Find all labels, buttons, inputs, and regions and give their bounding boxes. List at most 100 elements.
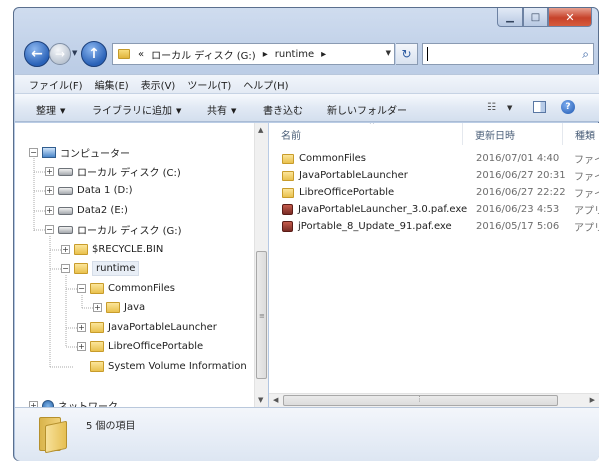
column-header-name[interactable]: ^ 名前 — [269, 123, 463, 145]
tree-item-computer[interactable]: − コンピューター — [29, 143, 130, 162]
collapse-icon[interactable]: − — [77, 284, 86, 293]
menu-edit[interactable]: 編集(E) — [95, 77, 129, 92]
collapse-icon[interactable]: − — [61, 264, 70, 273]
organize-button[interactable]: 整理 ▼ — [36, 102, 65, 117]
recent-pages-dropdown-icon[interactable]: ▼ — [72, 49, 77, 57]
tree-item-label: $RECYCLE.BIN — [92, 244, 164, 255]
file-date: 2016/06/27 22:22 — [476, 187, 566, 198]
file-row[interactable]: CommonFiles 2016/07/01 4:40 ファイ — [269, 150, 599, 167]
expand-icon[interactable]: + — [61, 245, 70, 254]
tree-item-libreofficeportable[interactable]: + LibreOfficePortable — [77, 337, 203, 356]
chevron-right-icon[interactable]: ▸ — [263, 49, 268, 60]
tree-item-d-drive[interactable]: + Data 1 (D:) — [45, 181, 132, 200]
network-icon — [42, 399, 54, 407]
tree-item-label: JavaPortableLauncher — [108, 322, 217, 333]
tree-item-network[interactable]: + ネットワーク — [29, 396, 118, 407]
preview-pane-icon[interactable] — [533, 101, 546, 113]
maximize-icon[interactable]: □ — [523, 8, 548, 27]
file-row[interactable]: jPortable_8_Update_91.paf.exe 2016/05/17… — [269, 218, 599, 235]
search-input[interactable]: ⌕ — [422, 43, 594, 65]
file-row[interactable]: LibreOfficePortable 2016/06/27 22:22 ファイ — [269, 184, 599, 201]
expand-icon[interactable]: + — [77, 342, 86, 351]
collapse-icon[interactable]: − — [29, 148, 38, 157]
expand-icon[interactable]: + — [45, 186, 54, 195]
file-name: LibreOfficePortable — [299, 187, 395, 198]
new-folder-button[interactable]: 新しいフォルダー — [327, 102, 407, 117]
tree-item-label: System Volume Information — [108, 361, 247, 372]
view-options-icon[interactable]: ☷ — [487, 102, 496, 113]
scroll-up-icon[interactable]: ▲ — [258, 126, 263, 134]
back-arrow-icon[interactable]: ← — [24, 41, 50, 67]
scrollbar-thumb[interactable]: ≡ — [256, 251, 267, 379]
scrollbar-thumb[interactable]: ⋮ — [283, 395, 558, 406]
chevron-right-icon[interactable]: ▸ — [321, 49, 326, 60]
menu-file[interactable]: ファイル(F) — [29, 77, 83, 92]
folder-icon — [74, 263, 88, 274]
column-header-label: 名前 — [281, 130, 301, 142]
menu-tools[interactable]: ツール(T) — [187, 77, 231, 92]
tree-item-commonfiles[interactable]: − CommonFiles — [77, 279, 175, 298]
burn-button[interactable]: 書き込む — [263, 102, 303, 117]
folder-icon — [118, 49, 130, 59]
file-date: 2016/06/27 20:31 — [476, 170, 566, 181]
collapse-icon[interactable]: − — [45, 225, 54, 234]
column-header-date[interactable]: 更新日時 — [463, 123, 563, 145]
chevron-down-icon[interactable]: ▼ — [507, 104, 512, 112]
tree-item-system-volume-information[interactable]: System Volume Information — [77, 357, 247, 376]
chevron-down-icon: ▼ — [60, 107, 66, 115]
address-segment-drive[interactable]: ローカル ディスク (G:) — [151, 47, 256, 62]
tree-item-label: LibreOfficePortable — [108, 341, 204, 352]
scroll-left-icon[interactable]: ◀ — [273, 396, 278, 404]
file-row[interactable]: JavaPortableLauncher 2016/06/27 20:31 ファ… — [269, 167, 599, 184]
minimize-icon[interactable]: ▁ — [497, 8, 523, 27]
file-name: jPortable_8_Update_91.paf.exe — [298, 221, 452, 232]
menu-help[interactable]: ヘルプ(H) — [243, 77, 288, 92]
new-folder-label: 新しいフォルダー — [327, 106, 407, 117]
tree-item-g-drive[interactable]: − ローカル ディスク (G:) — [45, 220, 182, 239]
file-list-scrollbar[interactable]: ◀ ⋮ ▶ — [269, 393, 599, 407]
drive-icon — [58, 186, 73, 195]
file-date: 2016/05/17 5:06 — [476, 221, 560, 232]
window-controls: ▁ □ ✕ — [497, 8, 592, 28]
scroll-right-icon[interactable]: ▶ — [590, 396, 595, 404]
chevron-down-icon[interactable]: ▼ — [386, 49, 391, 57]
text-caret — [427, 47, 428, 61]
file-type: アプリ — [574, 223, 599, 234]
file-row[interactable]: JavaPortableLauncher_3.0.paf.exe 2016/06… — [269, 201, 599, 218]
expand-icon[interactable]: + — [77, 323, 86, 332]
search-icon[interactable]: ⌕ — [582, 47, 589, 62]
share-button[interactable]: 共有 ▼ — [207, 102, 236, 117]
tree-item-javaportablelauncher[interactable]: + JavaPortableLauncher — [77, 318, 217, 337]
tree-item-runtime[interactable]: − runtime — [61, 259, 140, 278]
address-overflow[interactable]: « — [138, 49, 144, 60]
tree-item-c-drive[interactable]: + ローカル ディスク (C:) — [45, 162, 181, 181]
address-bar[interactable]: « ローカル ディスク (G:) ▸ runtime ▸ ▼ — [112, 43, 395, 65]
forward-arrow-icon[interactable]: → — [49, 43, 71, 65]
help-icon[interactable]: ? — [561, 100, 575, 114]
up-arrow-icon[interactable]: ↑ — [81, 41, 107, 67]
tree-item-label: ローカル ディスク (G:) — [77, 226, 182, 237]
add-to-library-button[interactable]: ライブラリに追加 ▼ — [92, 102, 181, 117]
file-type: ファイ — [574, 172, 599, 183]
add-to-library-label: ライブラリに追加 — [92, 106, 172, 117]
folder-icon — [282, 153, 294, 164]
close-icon[interactable]: ✕ — [548, 8, 592, 27]
tree-item-recycle-bin[interactable]: + $RECYCLE.BIN — [61, 240, 163, 259]
tree-item-e-drive[interactable]: + Data2 (E:) — [45, 201, 128, 220]
expand-icon[interactable]: + — [45, 167, 54, 176]
refresh-icon[interactable]: ↻ — [396, 43, 418, 65]
tree-item-label: Data2 (E:) — [77, 205, 128, 216]
expand-icon[interactable]: + — [93, 303, 102, 312]
file-list: ^ 名前 更新日時 種類 CommonFiles 2016/07/01 4:40… — [269, 123, 599, 407]
folder-icon — [90, 341, 104, 352]
address-segment-runtime[interactable]: runtime — [275, 49, 314, 60]
explorer-window: ▁ □ ✕ ← → ▼ ↑ « ローカル ディスク (G:) ▸ runtime… — [13, 7, 599, 461]
expand-icon[interactable]: + — [45, 206, 54, 215]
navigation-pane-scrollbar[interactable]: ▲ ≡ ▼ — [254, 123, 268, 407]
tree-item-java[interactable]: + Java — [93, 298, 145, 317]
scroll-down-icon[interactable]: ▼ — [258, 396, 263, 404]
menu-view[interactable]: 表示(V) — [141, 77, 176, 92]
column-header-type[interactable]: 種類 — [563, 123, 599, 145]
folder-icon — [282, 170, 294, 181]
file-name: JavaPortableLauncher_3.0.paf.exe — [298, 204, 468, 215]
